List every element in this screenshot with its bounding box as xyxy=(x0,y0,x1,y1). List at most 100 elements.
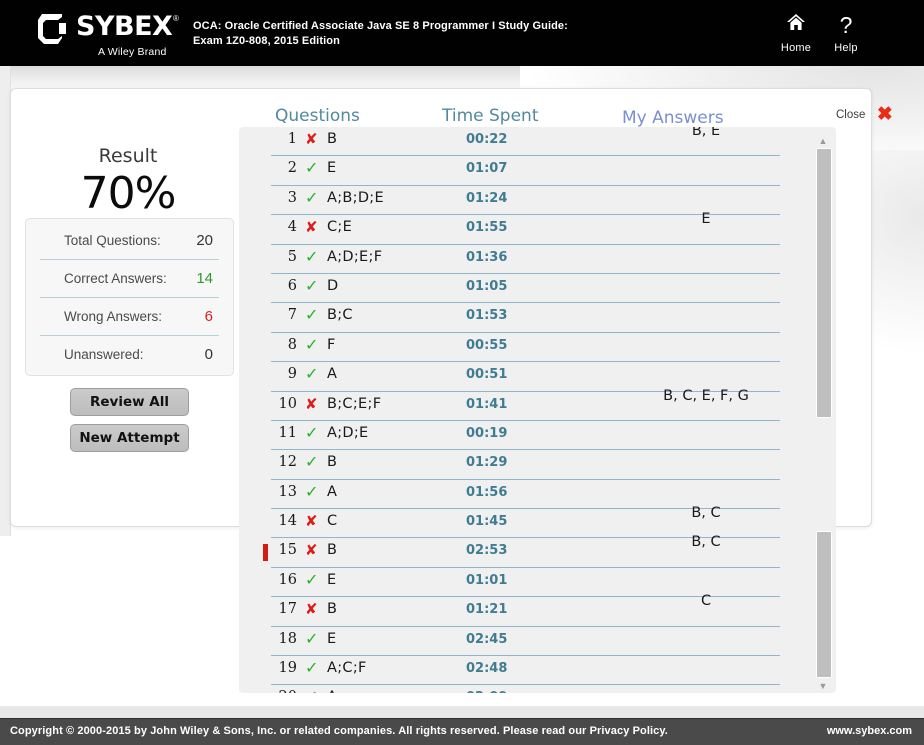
row-my-answer: E xyxy=(701,211,711,228)
stat-row-total: Total Questions: 20 xyxy=(40,222,219,260)
row-correct-answer: C xyxy=(327,513,338,530)
stat-label-correct: Correct Answers: xyxy=(64,271,167,286)
scroll-up-arrow-icon[interactable]: ▲ xyxy=(817,136,829,146)
scroll-down-arrow-icon[interactable]: ▼ xyxy=(817,681,829,691)
table-row[interactable]: 6 ✓ D 01:05 xyxy=(271,274,780,304)
row-question-number: 17 xyxy=(278,601,297,618)
table-row[interactable]: 17 ✘ B 01:21 C xyxy=(271,593,780,627)
registered-mark: ® xyxy=(173,14,179,23)
help-button-label: Help xyxy=(834,42,858,54)
row-correct-answer: E xyxy=(327,630,337,647)
table-row[interactable]: 1 ✘ B 00:22 B, E xyxy=(271,127,780,157)
row-time-spent: 01:53 xyxy=(466,308,508,324)
row-correct-answer: E xyxy=(327,571,337,588)
new-attempt-button[interactable]: New Attempt xyxy=(70,424,189,452)
scrollbar-thumb-lower[interactable] xyxy=(816,531,832,678)
table-row[interactable]: 7 ✓ B;C 01:53 xyxy=(271,303,780,333)
check-icon: ✓ xyxy=(305,569,319,589)
row-my-answer: B, C, E, F, G xyxy=(663,387,749,404)
row-correct-answer: A;B;D;E xyxy=(327,189,384,206)
row-question-number: 12 xyxy=(278,454,297,471)
row-question-number: 16 xyxy=(278,571,297,588)
stat-label-unanswered: Unanswered: xyxy=(64,347,144,362)
row-time-spent: 01:01 xyxy=(466,572,508,588)
row-correct-answer: E xyxy=(327,160,337,177)
column-header-time-spent: Time Spent xyxy=(442,106,539,126)
row-question-number: 3 xyxy=(287,189,297,206)
check-icon: ✓ xyxy=(305,275,319,295)
footer-divider xyxy=(0,706,924,718)
sybex-logo: SYBEX ® A Wiley Brand xyxy=(36,8,186,60)
check-icon: ✓ xyxy=(305,334,319,354)
results-rows: 1 ✘ B 00:22 B, E 2 ✓ E 01:07 3 ✓ A;B;D;E 01:24 4 ✘ C;E 0… xyxy=(239,127,812,693)
book-title-line2: Exam 1Z0-808, 2015 Edition xyxy=(193,35,340,47)
scrollbar-lower[interactable]: ▼ xyxy=(815,527,832,691)
row-question-number: 14 xyxy=(278,513,297,530)
row-time-spent: 01:29 xyxy=(466,455,508,471)
row-correct-answer: A xyxy=(327,366,338,383)
table-row[interactable]: 2 ✓ E 01:07 xyxy=(271,156,780,186)
row-question-number: 5 xyxy=(287,248,297,265)
result-percentage: 70% xyxy=(80,168,177,219)
row-correct-answer: A;D;E;F xyxy=(327,248,383,265)
cross-icon: ✘ xyxy=(305,512,318,531)
table-row[interactable]: 8 ✓ F 00:55 xyxy=(271,333,780,363)
row-question-number: 15 xyxy=(278,542,297,559)
row-question-number: 9 xyxy=(287,366,297,383)
row-my-answer: B, E xyxy=(691,127,721,139)
column-header-questions: Questions xyxy=(275,106,360,126)
check-icon: ✓ xyxy=(305,481,319,501)
row-question-number: 10 xyxy=(278,395,297,412)
row-time-spent: 01:21 xyxy=(466,602,508,618)
row-time-spent: 01:55 xyxy=(466,220,508,236)
table-row[interactable]: 11 ✓ A;D;E 00:19 xyxy=(271,421,780,451)
stat-label-total: Total Questions: xyxy=(64,233,161,248)
footer-website[interactable]: www.sybex.com xyxy=(827,725,912,737)
table-row[interactable]: 18 ✓ E 02:45 xyxy=(271,627,780,657)
row-correct-answer: B xyxy=(327,542,338,559)
table-row[interactable]: 12 ✓ B 01:29 xyxy=(271,450,780,480)
results-list-panel[interactable]: 1 ✘ B 00:22 B, E 2 ✓ E 01:07 3 ✓ A;B;D;E 01:24 4 ✘ C;E 0… xyxy=(239,127,836,693)
row-time-spent: 01:24 xyxy=(466,190,508,206)
table-row[interactable]: 15 ✘ B 02:53 B, C xyxy=(263,534,780,568)
sybex-logo-mark xyxy=(38,14,66,44)
row-question-number: 18 xyxy=(278,630,297,647)
table-row[interactable]: 19 ✓ A;C;F 02:48 xyxy=(271,656,780,686)
row-time-spent: 01:07 xyxy=(466,161,508,177)
row-time-spent: 00:19 xyxy=(466,425,508,441)
table-row[interactable]: 5 ✓ A;D;E;F 01:36 xyxy=(271,245,780,274)
close-button[interactable]: Close ✖ xyxy=(836,105,893,124)
row-question-number: 4 xyxy=(287,219,297,236)
row-question-number: 1 xyxy=(287,131,297,147)
row-time-spent: 01:41 xyxy=(466,396,508,412)
result-title: Result xyxy=(98,145,158,167)
check-icon: ✓ xyxy=(305,158,319,178)
row-question-number: 2 xyxy=(287,160,297,177)
row-correct-answer: C;E xyxy=(327,219,353,236)
stat-value-unanswered: 0 xyxy=(204,346,213,363)
stat-row-wrong: Wrong Answers: 6 xyxy=(40,298,219,336)
scrollbar-upper[interactable]: ▲ xyxy=(815,136,832,521)
review-all-button[interactable]: Review All xyxy=(70,388,189,416)
question-mark-icon: ? xyxy=(839,12,853,38)
check-icon: ✓ xyxy=(305,246,319,266)
row-time-spent: 02:45 xyxy=(466,631,508,647)
row-question-number: 19 xyxy=(278,660,297,677)
help-button[interactable]: ? Help xyxy=(818,12,874,54)
row-my-answer: C xyxy=(700,593,712,610)
home-button-label: Home xyxy=(780,42,812,54)
table-row[interactable]: 10 ✘ B;C;E;F 01:41 B, C, E, F, G xyxy=(271,388,780,421)
row-question-number: 13 xyxy=(278,483,297,500)
table-row[interactable]: 4 ✘ C;E 01:55 E xyxy=(271,211,780,245)
check-icon: ✓ xyxy=(305,687,318,693)
check-icon: ✓ xyxy=(305,658,319,678)
app-header: SYBEX ® A Wiley Brand OCA: Oracle Certif… xyxy=(0,0,924,66)
check-icon: ✓ xyxy=(305,422,319,442)
row-question-number: 6 xyxy=(287,277,297,294)
table-row[interactable]: 20 ✓ A 02:09 xyxy=(271,685,780,693)
stat-value-total: 20 xyxy=(196,232,213,249)
scrollbar-thumb-upper[interactable] xyxy=(816,148,832,418)
home-button[interactable]: Home xyxy=(768,12,824,54)
check-icon: ✓ xyxy=(305,452,319,472)
row-question-number: 7 xyxy=(287,307,297,324)
